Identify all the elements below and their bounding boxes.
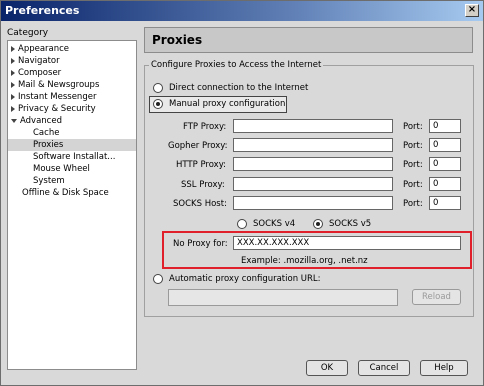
annotation-highlight-box	[162, 231, 472, 269]
ssl-port-input[interactable]: 0	[429, 177, 461, 191]
window-title: Preferences	[5, 4, 80, 17]
automatic-proxy-url-input[interactable]	[168, 289, 398, 306]
socks-v5-label[interactable]: SOCKS v5	[329, 219, 371, 229]
sidebar-item-instant-messenger[interactable]: Instant Messenger	[11, 91, 137, 103]
sidebar-item-appearance[interactable]: Appearance	[11, 43, 137, 55]
direct-connection-radio[interactable]	[153, 83, 163, 93]
gopher-port-label: Port:	[403, 141, 423, 151]
category-label: Category	[7, 28, 49, 38]
collapse-arrow-icon[interactable]	[11, 118, 17, 123]
automatic-proxy-radio[interactable]	[153, 274, 163, 284]
category-tree[interactable]: Appearance Navigator Composer Mail & New…	[7, 40, 137, 370]
group-legend: Configure Proxies to Access the Internet	[149, 60, 324, 70]
http-port-input[interactable]: 0	[429, 157, 461, 171]
title-bar: Preferences ×	[1, 1, 483, 21]
sidebar-item-proxies[interactable]: Proxies	[8, 139, 136, 151]
ftp-proxy-label: FTP Proxy:	[183, 122, 227, 132]
manual-proxy-radio[interactable]	[153, 99, 163, 109]
manual-proxy-label[interactable]: Manual proxy configuration	[169, 99, 285, 109]
gopher-port-input[interactable]: 0	[429, 138, 461, 152]
http-proxy-input[interactable]	[233, 157, 393, 171]
sidebar-item-mail-newsgroups[interactable]: Mail & Newsgroups	[11, 79, 137, 91]
sidebar-item-software-installation[interactable]: Software Installat...	[8, 151, 136, 163]
http-port-label: Port:	[403, 160, 423, 170]
gopher-proxy-label: Gopher Proxy:	[168, 141, 228, 151]
socks-v4-label[interactable]: SOCKS v4	[253, 219, 295, 229]
expand-arrow-icon[interactable]	[11, 81, 15, 88]
ftp-proxy-input[interactable]	[233, 119, 393, 133]
socks-port-input[interactable]: 0	[429, 196, 461, 210]
ssl-port-label: Port:	[403, 180, 423, 190]
ftp-port-input[interactable]: 0	[429, 119, 461, 133]
sidebar-item-composer[interactable]: Composer	[11, 67, 137, 79]
gopher-proxy-input[interactable]	[233, 138, 393, 152]
reload-button[interactable]: Reload	[412, 289, 461, 305]
ftp-port-label: Port:	[403, 122, 423, 132]
socks-host-label: SOCKS Host:	[173, 199, 227, 209]
socks-port-label: Port:	[403, 199, 423, 209]
direct-connection-label[interactable]: Direct connection to the Internet	[169, 83, 308, 93]
expand-arrow-icon[interactable]	[11, 93, 15, 100]
ssl-proxy-input[interactable]	[233, 177, 393, 191]
sidebar-item-advanced[interactable]: Advanced	[11, 115, 137, 127]
ssl-proxy-label: SSL Proxy:	[181, 180, 225, 190]
socks-v5-radio[interactable]	[313, 219, 323, 229]
sidebar-item-system[interactable]: System	[8, 175, 136, 187]
sidebar-item-mouse-wheel[interactable]: Mouse Wheel	[8, 163, 136, 175]
expand-arrow-icon[interactable]	[11, 69, 15, 76]
sidebar-item-cache[interactable]: Cache	[8, 127, 136, 139]
expand-arrow-icon[interactable]	[11, 45, 15, 52]
sidebar-item-navigator[interactable]: Navigator	[11, 55, 137, 67]
panel-title: Proxies	[152, 33, 203, 47]
cancel-button[interactable]: Cancel	[358, 360, 410, 376]
help-button[interactable]: Help	[420, 360, 468, 376]
preferences-window: Preferences × Category Appearance Naviga…	[0, 0, 484, 386]
socks-host-input[interactable]	[233, 196, 393, 210]
expand-arrow-icon[interactable]	[11, 105, 15, 112]
socks-v4-radio[interactable]	[237, 219, 247, 229]
http-proxy-label: HTTP Proxy:	[176, 160, 226, 170]
sidebar-item-privacy-security[interactable]: Privacy & Security	[11, 103, 137, 115]
panel-header: Proxies	[144, 27, 473, 53]
automatic-proxy-label[interactable]: Automatic proxy configuration URL:	[169, 274, 321, 284]
expand-arrow-icon[interactable]	[11, 57, 15, 64]
sidebar-item-offline-disk-space[interactable]: Offline & Disk Space	[8, 187, 136, 199]
ok-button[interactable]: OK	[306, 360, 348, 376]
close-icon[interactable]: ×	[465, 4, 479, 17]
